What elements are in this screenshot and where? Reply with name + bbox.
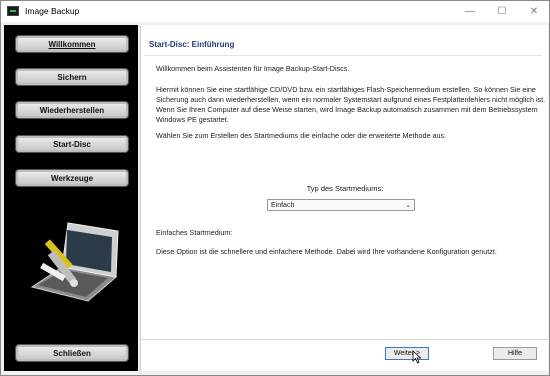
media-type-select[interactable]: Einfach ⌄ <box>267 199 415 211</box>
heading-divider <box>144 55 542 56</box>
next-button[interactable]: Weiter > <box>385 347 429 360</box>
mouse-cursor-icon <box>412 350 422 364</box>
description-text: Hiermit können Sie eine startfähige CD/D… <box>156 85 546 124</box>
app-icon <box>7 6 19 16</box>
application-window: Image Backup — ☐ ✕ Willkommen Sichern Wi… <box>0 0 550 376</box>
close-button[interactable]: Schließen <box>16 345 128 361</box>
sidebar: Willkommen Sichern Wiederherstellen Star… <box>4 25 138 371</box>
sidebar-item-wiederherstellen[interactable]: Wiederherstellen <box>16 102 128 118</box>
sidebar-item-werkzeuge[interactable]: Werkzeuge <box>16 170 128 186</box>
media-type-label: Typ des Startmediums: <box>306 184 384 193</box>
minimize-button[interactable]: — <box>455 1 485 22</box>
sidebar-item-willkommen[interactable]: Willkommen <box>16 36 128 52</box>
close-window-button[interactable]: ✕ <box>519 1 549 22</box>
maximize-button[interactable]: ☐ <box>487 1 517 22</box>
option-title: Einfaches Startmedium: <box>156 228 233 237</box>
instruction-text: Wählen Sie zum Erstellen des Startmedium… <box>156 131 447 140</box>
help-button[interactable]: Hilfe <box>493 347 537 360</box>
title-bar[interactable]: Image Backup — ☐ ✕ <box>1 1 549 22</box>
page-title: Start-Disc: Einführung <box>149 40 235 49</box>
sidebar-item-start-disc[interactable]: Start-Disc <box>16 136 128 152</box>
chevron-down-icon: ⌄ <box>405 202 411 209</box>
laptop-tools-icon <box>30 222 119 302</box>
intro-text: Willkommen beim Assistenten für Image Ba… <box>156 64 350 73</box>
media-type-value: Einfach <box>271 201 295 209</box>
main-panel: Start-Disc: Einführung Willkommen beim A… <box>140 25 548 371</box>
window-title: Image Backup <box>25 6 80 16</box>
option-description: Diese Option ist die schnellere und einf… <box>156 247 497 256</box>
sidebar-item-sichern[interactable]: Sichern <box>16 69 128 85</box>
footer-divider <box>141 339 548 340</box>
